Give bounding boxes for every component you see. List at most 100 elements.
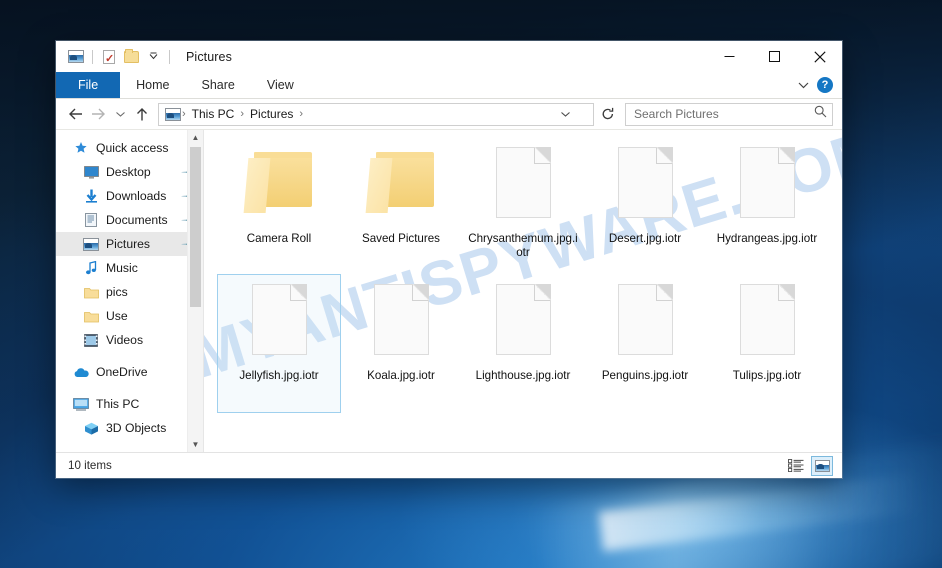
- large-icons-view-button[interactable]: [811, 455, 833, 476]
- folder-icon: [365, 152, 434, 213]
- file-item-jellyfish[interactable]: Jellyfish.jpg.iotr: [217, 274, 341, 413]
- pictures-icon: [83, 236, 99, 252]
- tab-share[interactable]: Share: [186, 72, 251, 98]
- sidebar-item-quick-access[interactable]: Quick access: [56, 136, 203, 160]
- address-bar-row: › This PC › Pictures › Search Pictures: [56, 99, 842, 130]
- file-item-lighthouse[interactable]: Lighthouse.jpg.iotr: [462, 275, 584, 412]
- breadcrumb-pictures[interactable]: Pictures: [245, 107, 298, 121]
- folder-icon: [83, 284, 99, 300]
- scroll-down-arrow[interactable]: ▼: [188, 437, 203, 452]
- picture-library-icon: [165, 107, 181, 121]
- sidebar-label: Pictures: [106, 237, 151, 251]
- sidebar-item-3d-objects[interactable]: 3D Objects: [56, 416, 203, 440]
- file-thumbnail: [617, 281, 673, 367]
- sidebar-label: 3D Objects: [106, 421, 167, 435]
- folder-icon: [83, 308, 99, 324]
- 3d-objects-icon: [83, 420, 99, 436]
- folder-icon: [243, 152, 312, 213]
- sidebar-item-downloads[interactable]: Downloads 📌: [56, 184, 203, 208]
- file-item-penguins[interactable]: Penguins.jpg.iotr: [584, 275, 706, 412]
- sidebar-label: OneDrive: [96, 365, 148, 379]
- sidebar-label: Videos: [106, 333, 144, 347]
- search-input[interactable]: Search Pictures: [625, 102, 833, 126]
- help-button[interactable]: ?: [817, 77, 833, 93]
- ribbon-tab-bar: File Home Share View ?: [56, 72, 842, 99]
- ribbon-expand-chevron-icon[interactable]: [798, 76, 809, 94]
- tab-file[interactable]: File: [56, 72, 121, 98]
- search-icon[interactable]: [814, 105, 827, 123]
- tab-view[interactable]: View: [251, 72, 310, 98]
- sidebar-item-desktop[interactable]: Desktop 📌: [56, 160, 203, 184]
- new-folder-icon[interactable]: [120, 47, 142, 67]
- toolbar-divider-2: [169, 49, 170, 64]
- sidebar-item-pics[interactable]: pics: [56, 280, 203, 304]
- sidebar-item-use[interactable]: Use: [56, 304, 203, 328]
- file-item-chrysanthemum[interactable]: Chrysanthemum.jpg.iotr: [462, 138, 584, 275]
- address-dropdown-chevron-icon[interactable]: [560, 104, 571, 125]
- blank-document-icon: [495, 147, 551, 218]
- breadcrumb-this-pc[interactable]: This PC: [187, 107, 240, 121]
- file-list-view[interactable]: MYANTISPYWARE.COM Camera Roll Saved Pict…: [204, 130, 842, 452]
- file-thumbnail: [739, 144, 795, 230]
- file-thumbnail: [495, 144, 551, 230]
- navigation-pane: Quick access Desktop 📌 Downloads 📌: [56, 130, 204, 452]
- file-item-hydrangeas[interactable]: Hydrangeas.jpg.iotr: [706, 138, 828, 275]
- file-explorer-window: ✓ Pictures File Home Share View ? › This…: [56, 41, 842, 478]
- file-item-koala[interactable]: Koala.jpg.iotr: [340, 275, 462, 412]
- file-thumbnail: [373, 281, 429, 367]
- file-item-tulips[interactable]: Tulips.jpg.iotr: [706, 275, 828, 412]
- file-item-saved-pictures[interactable]: Saved Pictures: [340, 138, 462, 275]
- file-label: Jellyfish.jpg.iotr: [239, 369, 319, 382]
- refresh-icon[interactable]: [597, 103, 619, 125]
- file-thumbnail: [739, 281, 795, 367]
- file-grid: Camera Roll Saved Pictures Chrysanthemum…: [204, 130, 842, 413]
- sidebar-scrollbar[interactable]: ▲ ▼: [187, 130, 203, 452]
- maximize-icon[interactable]: [752, 41, 797, 72]
- status-bar: 10 items: [56, 452, 842, 478]
- scrollbar-thumb[interactable]: [190, 147, 201, 307]
- title-bar: ✓ Pictures: [56, 41, 842, 72]
- scroll-up-arrow[interactable]: ▲: [188, 130, 203, 145]
- sidebar-item-documents[interactable]: Documents 📌: [56, 208, 203, 232]
- sidebar-item-pictures[interactable]: Pictures 📌: [56, 232, 203, 256]
- minimize-icon[interactable]: [707, 41, 752, 72]
- details-view-button[interactable]: [785, 456, 807, 476]
- picture-icon[interactable]: [65, 47, 87, 67]
- sidebar-label: Desktop: [106, 165, 151, 179]
- sidebar-item-onedrive[interactable]: OneDrive: [56, 360, 203, 384]
- file-label: Chrysanthemum.jpg.iotr: [468, 232, 578, 259]
- address-breadcrumb-box[interactable]: › This PC › Pictures ›: [158, 102, 594, 126]
- desktop-icon: [83, 164, 99, 180]
- sidebar-item-this-pc[interactable]: This PC: [56, 392, 203, 416]
- file-label: Camera Roll: [246, 232, 312, 245]
- up-arrow-icon[interactable]: [131, 103, 153, 125]
- file-item-camera-roll[interactable]: Camera Roll: [218, 138, 340, 275]
- recent-locations-chevron-icon[interactable]: [109, 103, 131, 125]
- onedrive-cloud-icon: [73, 364, 89, 380]
- file-label: Tulips.jpg.iotr: [732, 369, 802, 382]
- sidebar-label: Downloads: [106, 189, 167, 203]
- properties-icon[interactable]: ✓: [98, 47, 120, 67]
- sidebar-item-videos[interactable]: Videos: [56, 328, 203, 352]
- wallpaper-light-ray-core: [598, 472, 922, 552]
- documents-icon: [83, 212, 99, 228]
- close-icon[interactable]: [797, 41, 842, 72]
- blank-document-icon: [739, 284, 795, 355]
- sidebar-label: pics: [106, 285, 128, 299]
- file-label: Penguins.jpg.iotr: [601, 369, 689, 382]
- blank-document-icon: [617, 147, 673, 218]
- folder-thumbnail: [365, 144, 434, 230]
- file-thumbnail: [251, 281, 307, 367]
- back-arrow-icon[interactable]: [65, 103, 87, 125]
- sidebar-item-music[interactable]: Music: [56, 256, 203, 280]
- navigation-list: Quick access Desktop 📌 Downloads 📌: [56, 130, 203, 440]
- forward-arrow-icon[interactable]: [87, 103, 109, 125]
- star-pin-icon: [73, 140, 89, 156]
- file-item-desert[interactable]: Desert.jpg.iotr: [584, 138, 706, 275]
- quick-access-toolbar: ✓: [56, 47, 175, 67]
- customize-chevron-icon[interactable]: [142, 47, 164, 67]
- item-count: 10 items: [68, 459, 112, 472]
- blank-document-icon: [739, 147, 795, 218]
- tab-home[interactable]: Home: [120, 72, 185, 98]
